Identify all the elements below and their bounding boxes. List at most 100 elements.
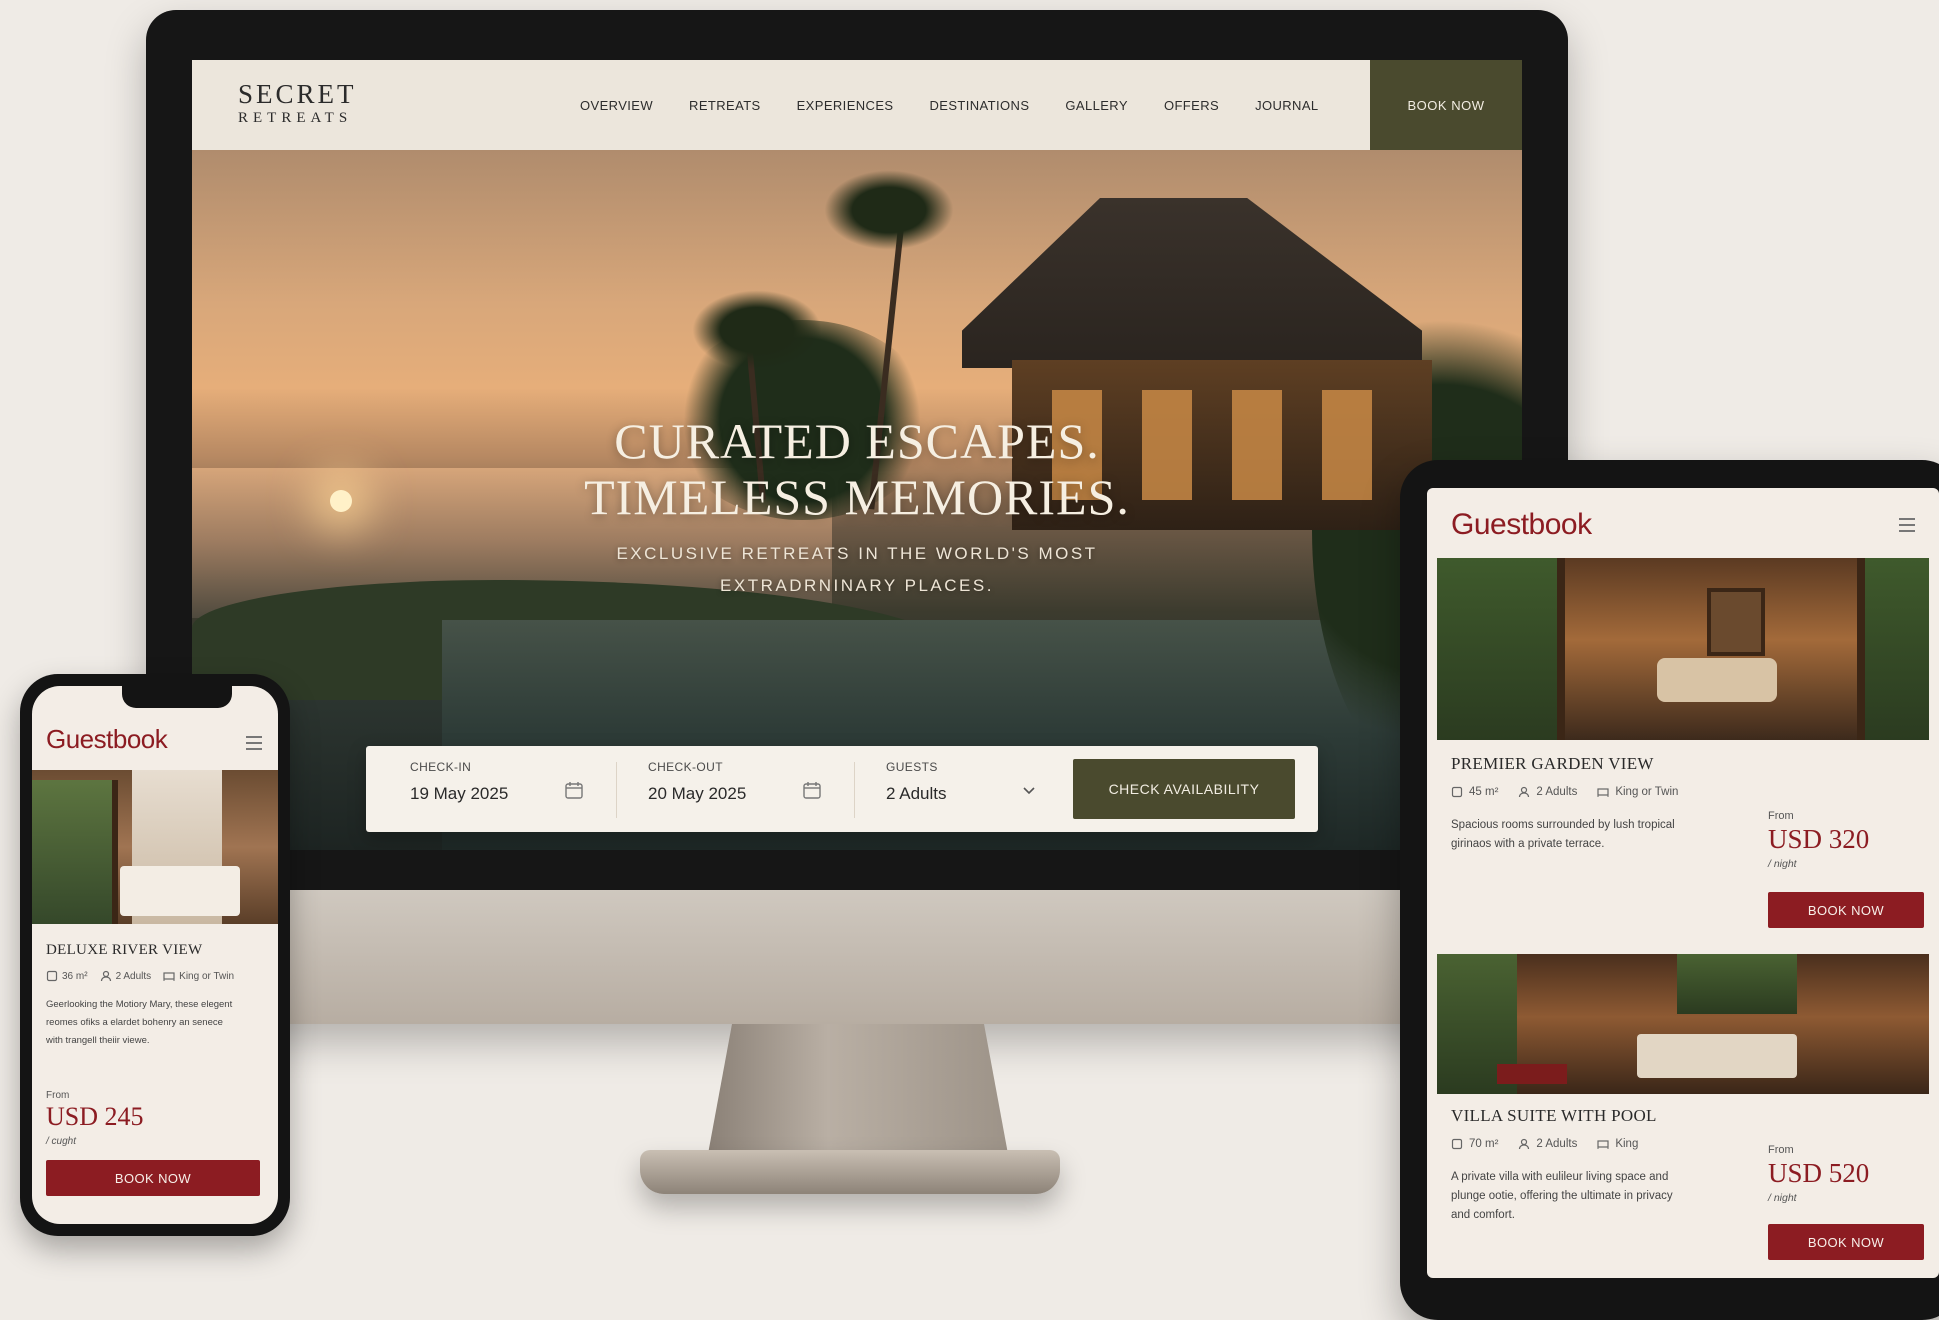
nav-offers[interactable]: OFFERS — [1164, 98, 1219, 113]
guests-value: 2 Adults — [886, 784, 947, 803]
price-per-night: / cught — [46, 1136, 77, 1147]
chevron-down-icon[interactable] — [1022, 786, 1036, 796]
calendar-icon[interactable] — [802, 780, 822, 800]
room-bed: King or Twin — [179, 970, 234, 982]
booking-divider — [854, 762, 855, 818]
monitor-chin — [146, 890, 1568, 1024]
logo-line-1: SECRET — [238, 79, 357, 109]
hero-subtitle: EXCLUSIVE RETREATS IN THE WORLD'S MOST E… — [192, 538, 1522, 602]
nav-overview[interactable]: OVERVIEW — [580, 98, 653, 113]
guests-label: GUESTS — [886, 760, 938, 774]
room-size: 70 m² — [1469, 1138, 1499, 1150]
price-from-label: From — [46, 1090, 70, 1101]
price-per-night: / night — [1768, 1192, 1797, 1204]
room-description-line: reomes ofiks a elardet bohenry an senece — [46, 1017, 223, 1028]
price-per-night: / night — [1768, 858, 1797, 870]
room-guests: 2 Adults — [1536, 1138, 1578, 1150]
room-title: PREMIER GARDEN VIEW — [1451, 754, 1654, 773]
price-from-label: From — [1768, 1144, 1794, 1156]
hero-palm — [692, 290, 822, 370]
hero-title-line-1: CURATED ESCAPES. — [614, 413, 1100, 469]
room-photo-deluxe-river[interactable] — [32, 770, 278, 924]
monitor-stand-base — [640, 1150, 1060, 1194]
checkout-label: CHECK-OUT — [648, 760, 723, 774]
room-price: USD 245 — [46, 1102, 144, 1131]
guests-select[interactable]: GUESTS 2 Adults — [886, 760, 1036, 820]
booking-bar: CHECK-IN 19 May 2025 CHECK-OUT 20 May 20… — [366, 746, 1318, 832]
phone-screen: Guestbook DELUXE RIVER VIEW 36 m² 2 Adul… — [32, 686, 278, 1224]
bed-icon — [1597, 1140, 1609, 1149]
book-now-button[interactable]: BOOK NOW — [1768, 1224, 1924, 1260]
desktop-screen: SECRET RETREATS OVERVIEW RETREATS EXPERI… — [192, 60, 1522, 850]
user-icon — [1519, 1138, 1530, 1150]
secret-retreats-logo[interactable]: SECRET RETREATS — [238, 80, 357, 127]
room-guests: 2 Adults — [115, 970, 152, 982]
tablet-screen: Guestbook PREMIER GARDEN VIEW 45 m² 2 Ad… — [1427, 488, 1939, 1278]
calendar-icon[interactable] — [564, 780, 584, 800]
room-size: 45 m² — [1469, 786, 1499, 798]
desktop-navbar: SECRET RETREATS OVERVIEW RETREATS EXPERI… — [192, 60, 1522, 150]
room-description: Spacious rooms surrounded by lush tropic… — [1451, 816, 1731, 854]
user-icon — [100, 970, 111, 982]
room-description-line: with trangell theiir viewe. — [46, 1035, 150, 1046]
price-from-label: From — [1768, 810, 1794, 822]
room-meta: 70 m² 2 Adults King — [1451, 1138, 1638, 1150]
hero-title: CURATED ESCAPES. TIMELESS MEMORIES. — [192, 413, 1522, 525]
room-description-line: and comfort. — [1451, 1209, 1515, 1221]
room-description-line: A private villa with eulileur living spa… — [1451, 1171, 1669, 1183]
nav-destinations[interactable]: DESTINATIONS — [929, 98, 1029, 113]
hero-villa-roof — [962, 198, 1422, 368]
desktop-nav-links: OVERVIEW RETREATS EXPERIENCES DESTINATIO… — [580, 60, 1319, 150]
room-description-line: Geerlooking the Motiory Mary, these eleg… — [46, 999, 233, 1010]
phone-notch — [122, 686, 232, 708]
room-description-line: girinaos with a private terrace. — [1451, 838, 1605, 850]
checkout-field[interactable]: CHECK-OUT 20 May 2025 — [648, 760, 818, 820]
nav-journal[interactable]: JOURNAL — [1255, 98, 1318, 113]
room-bed: King — [1615, 1138, 1639, 1150]
room-description-line: plunge ootie, offering the ultimate in p… — [1451, 1190, 1673, 1202]
hero-subtitle-line-1: EXCLUSIVE RETREATS IN THE WORLD'S MOST — [616, 544, 1098, 563]
nav-book-now-button[interactable]: BOOK NOW — [1370, 60, 1522, 150]
booking-divider — [616, 762, 617, 818]
room-bed: King or Twin — [1615, 786, 1679, 798]
room-title: VILLA SUITE WITH POOL — [1451, 1106, 1657, 1125]
room-meta: 45 m² 2 Adults King or Twin — [1451, 786, 1678, 798]
nav-experiences[interactable]: EXPERIENCES — [797, 98, 894, 113]
guestbook-logo[interactable]: Guestbook — [46, 724, 168, 755]
book-now-button[interactable]: BOOK NOW — [46, 1160, 260, 1196]
room-price: USD 520 — [1768, 1158, 1870, 1188]
book-now-button[interactable]: BOOK NOW — [1768, 892, 1924, 928]
nav-retreats[interactable]: RETREATS — [689, 98, 761, 113]
hero-title-line-2: TIMELESS MEMORIES. — [584, 469, 1130, 525]
area-icon — [1451, 786, 1463, 798]
room-photo-villa-suite[interactable] — [1437, 954, 1929, 1094]
checkin-value: 19 May 2025 — [410, 784, 509, 803]
checkout-value: 20 May 2025 — [648, 784, 747, 803]
room-price: USD 320 — [1768, 824, 1870, 854]
area-icon — [46, 970, 58, 982]
room-size: 36 m² — [62, 970, 88, 982]
hamburger-menu-icon[interactable] — [1899, 518, 1915, 532]
room-description-line: Spacious rooms surrounded by lush tropic… — [1451, 819, 1675, 831]
checkin-field[interactable]: CHECK-IN 19 May 2025 — [410, 760, 580, 820]
monitor-stand — [708, 1024, 1008, 1154]
nav-gallery[interactable]: GALLERY — [1065, 98, 1128, 113]
bed-icon — [1597, 788, 1609, 797]
room-description: A private villa with eulileur living spa… — [1451, 1168, 1741, 1225]
checkin-label: CHECK-IN — [410, 760, 472, 774]
logo-line-2: RETREATS — [238, 110, 353, 126]
room-guests: 2 Adults — [1536, 786, 1578, 798]
room-title: DELUXE RIVER VIEW — [46, 942, 203, 958]
guestbook-logo[interactable]: Guestbook — [1451, 508, 1592, 542]
hero-section: CURATED ESCAPES. TIMELESS MEMORIES. EXCL… — [192, 150, 1522, 850]
user-icon — [1519, 786, 1530, 798]
area-icon — [1451, 1138, 1463, 1150]
check-availability-button[interactable]: CHECK AVAILABILITY — [1073, 759, 1295, 819]
hamburger-menu-icon[interactable] — [246, 736, 262, 750]
hero-palm — [824, 170, 954, 250]
room-photo-premier-garden[interactable] — [1437, 558, 1929, 740]
bed-icon — [163, 972, 175, 981]
room-meta: 36 m² 2 Adults King or Twin — [46, 970, 234, 982]
hero-subtitle-line-2: EXTRADRNINARY PLACES. — [720, 576, 994, 595]
room-description: Geerlooking the Motiory Mary, these eleg… — [46, 996, 270, 1050]
